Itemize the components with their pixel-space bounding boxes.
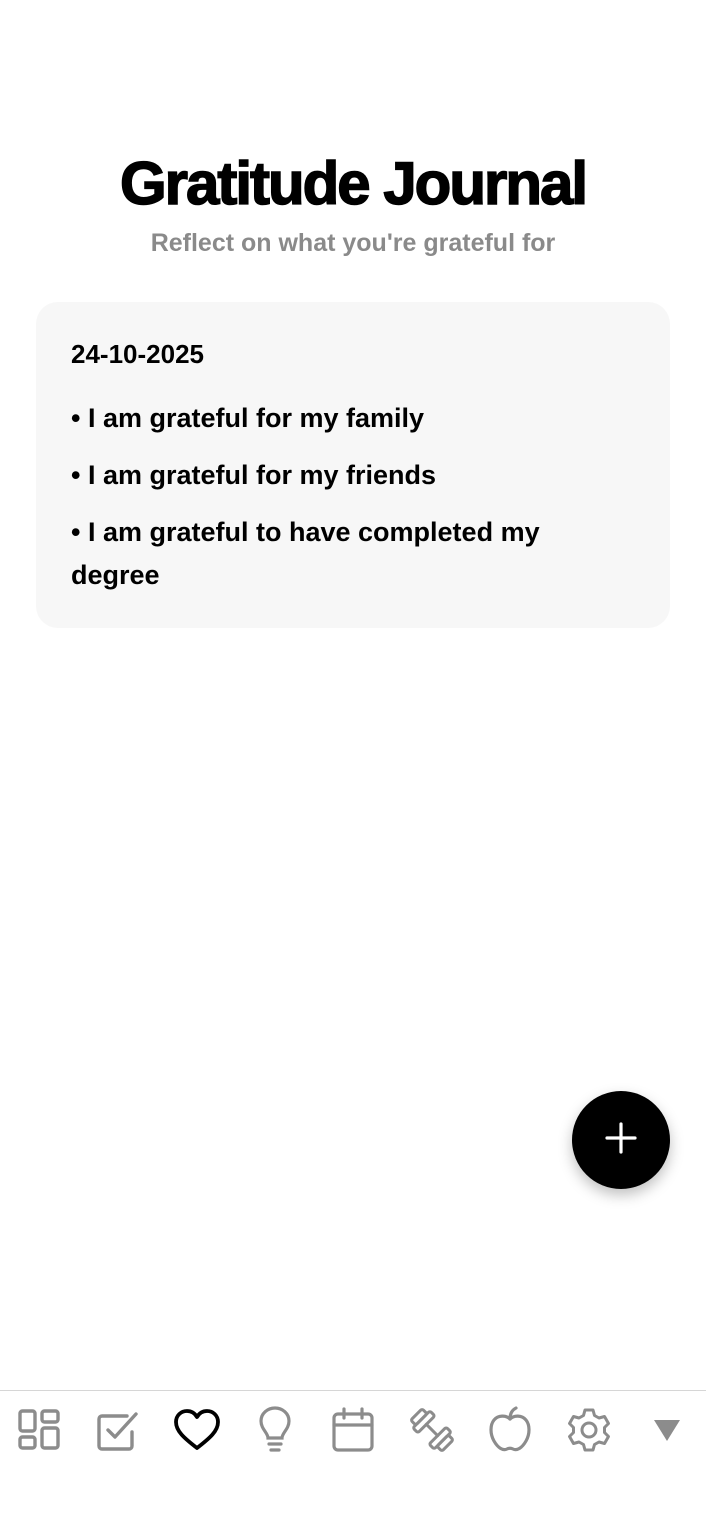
apple-icon (486, 1405, 534, 1460)
page-title: Gratitude Journal (119, 149, 589, 218)
gear-icon (565, 1406, 613, 1459)
entry-items-list: • I am grateful for my family • I am gra… (71, 397, 635, 597)
tab-tasks[interactable] (87, 1401, 149, 1463)
tab-dashboard[interactable] (9, 1401, 71, 1463)
dashboard-grid-icon (17, 1407, 63, 1458)
tab-fitness[interactable] (401, 1401, 463, 1463)
tab-settings[interactable] (558, 1401, 620, 1463)
lightbulb-icon (255, 1405, 295, 1460)
entry-item-text: I am grateful for my friends (87, 460, 437, 490)
bullet: • (71, 460, 81, 490)
calendar-icon (330, 1406, 376, 1459)
triangle-down-icon (652, 1417, 682, 1448)
heart-icon (172, 1407, 222, 1458)
entry-item-text: I am grateful for my family (87, 403, 425, 433)
entry-item-text: I am grateful to have completed my degre… (71, 517, 540, 590)
bullet: • (71, 403, 81, 433)
entry-item: • I am grateful to have completed my deg… (71, 511, 611, 597)
tab-more[interactable] (636, 1401, 698, 1463)
bullet: • (71, 517, 81, 547)
journal-entry-card[interactable]: 24-10-2025 • I am grateful for my family… (36, 302, 670, 628)
tab-nutrition[interactable] (479, 1401, 541, 1463)
bottom-tab-bar (0, 1390, 706, 1536)
page-subtitle: Reflect on what you're grateful for (150, 229, 556, 257)
tab-gratitude[interactable] (166, 1401, 228, 1463)
tab-calendar[interactable] (322, 1401, 384, 1463)
tab-ideas[interactable] (244, 1401, 306, 1463)
plus-icon (604, 1121, 638, 1160)
dumbbell-icon (407, 1405, 457, 1460)
add-entry-button[interactable] (572, 1091, 670, 1189)
entry-item: • I am grateful for my family (71, 397, 611, 440)
checkbox-icon (94, 1406, 142, 1459)
entry-item: • I am grateful for my friends (71, 454, 611, 497)
entry-date: 24-10-2025 (71, 339, 204, 369)
page-header: Gratitude Journal Reflect on what you're… (0, 148, 706, 258)
